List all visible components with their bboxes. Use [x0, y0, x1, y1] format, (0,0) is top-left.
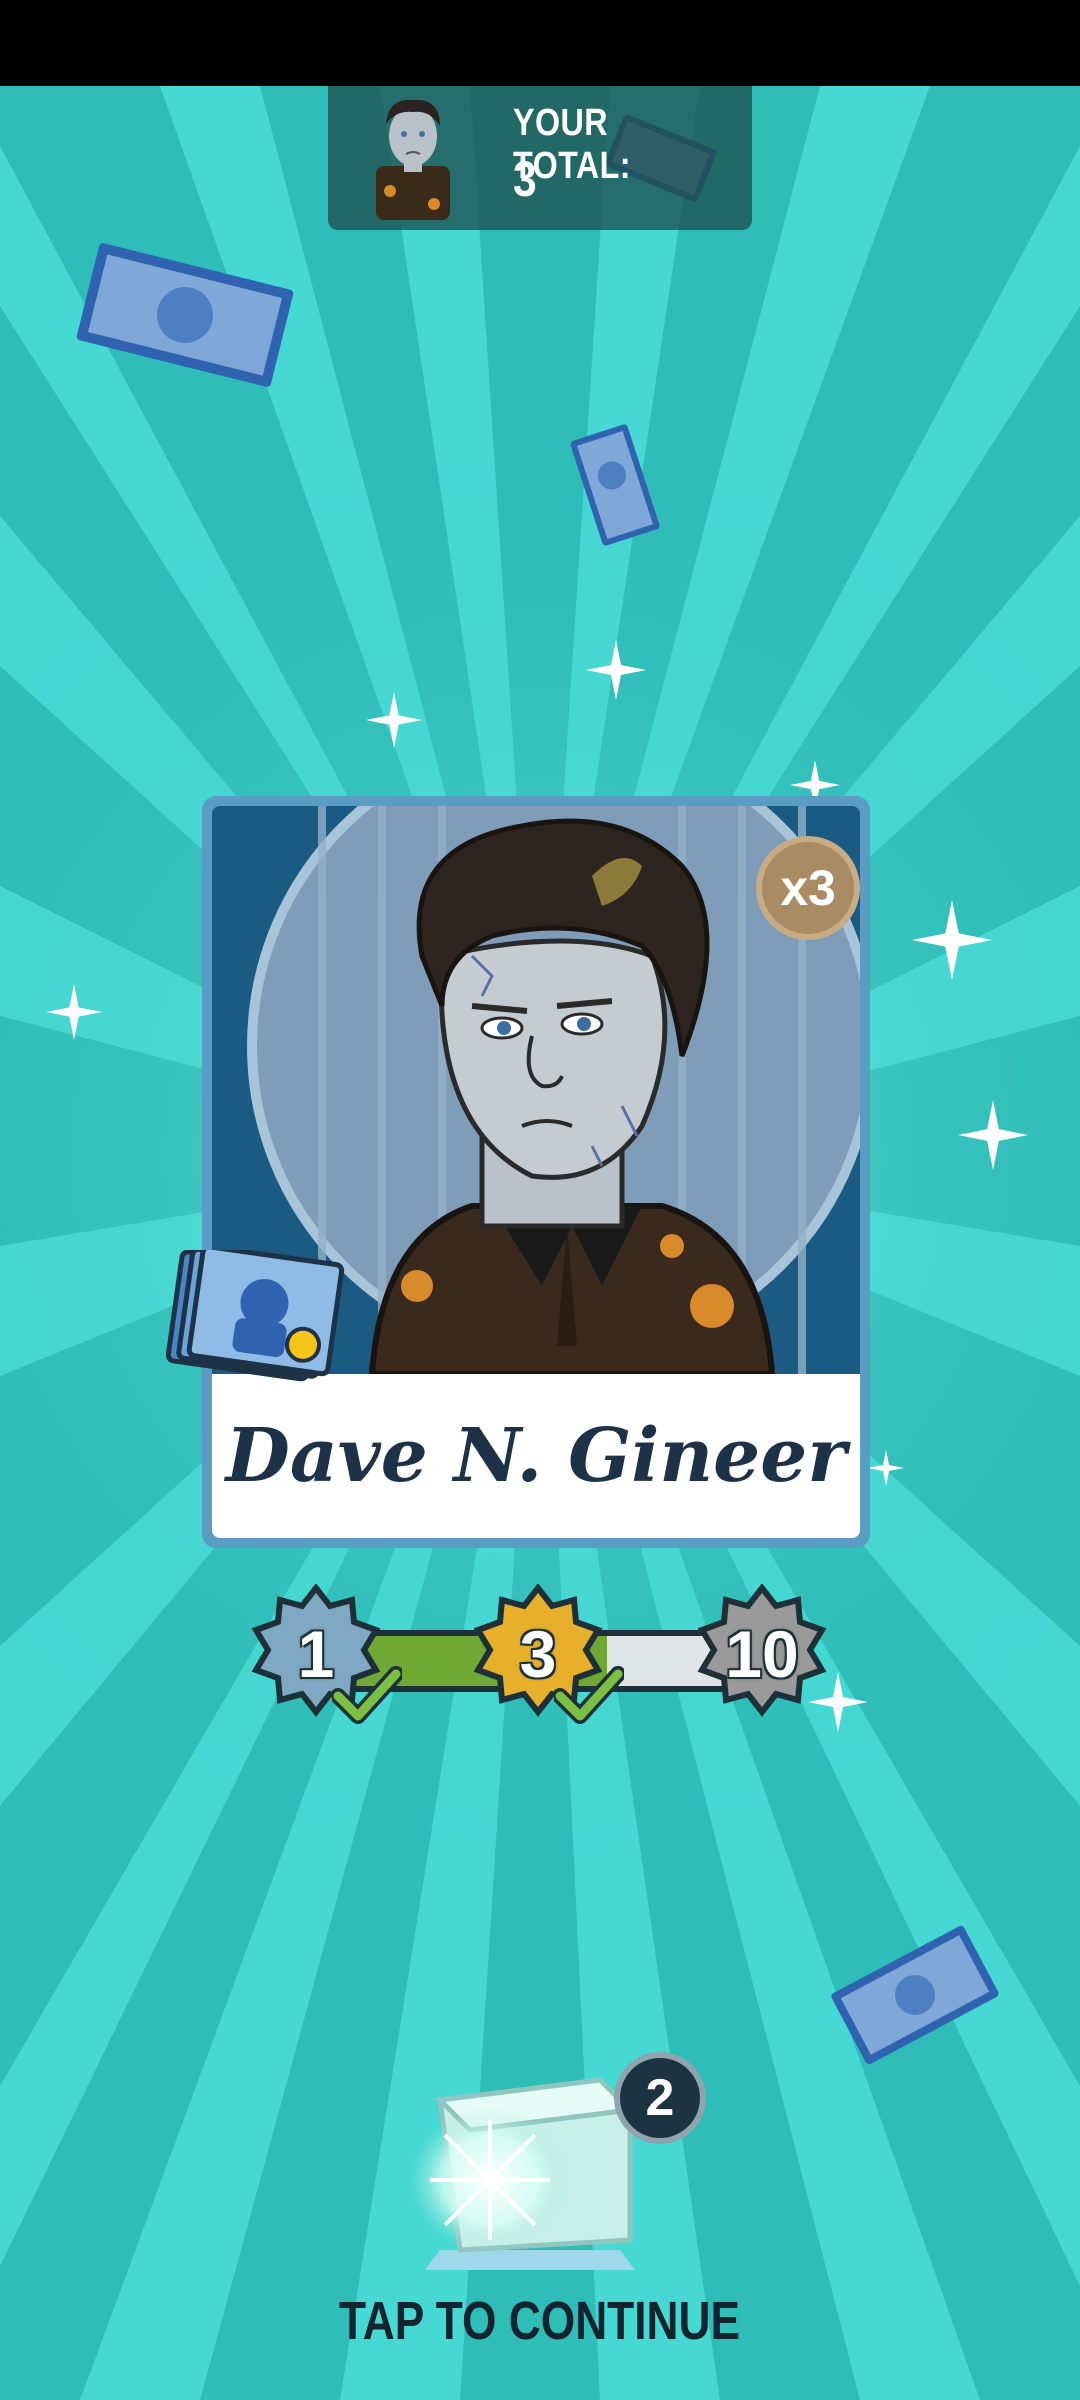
bill-icon: [570, 424, 660, 546]
chest-count-badge: 2: [614, 2052, 706, 2144]
sparkle-icon: [958, 1100, 1028, 1170]
tap-to-continue-label: TAP TO CONTINUE: [339, 2291, 741, 2351]
card-collection-icon: [166, 1250, 345, 1382]
card-name-box: Dave N. Gineer: [212, 1374, 860, 1538]
total-panel: YOUR TOTAL: 3: [328, 86, 752, 230]
collection-progress: 1 3 10: [244, 1578, 844, 1728]
level-text-10: 10: [725, 1617, 799, 1691]
total-label: YOUR TOTAL:: [513, 102, 631, 187]
status-bar: [0, 0, 1080, 86]
total-value: 3: [513, 151, 537, 207]
sparkle-icon: [366, 692, 422, 748]
character-avatar-icon: [376, 99, 450, 220]
tap-to-continue[interactable]: TAP TO CONTINUE: [0, 2290, 1080, 2352]
sparkle-icon: [868, 1450, 904, 1486]
card-name: Dave N. Gineer: [225, 1413, 847, 1499]
multiplier-badge: x3: [756, 836, 860, 940]
character-card: x3 Dave N. Gineer: [202, 796, 870, 1548]
sparkle-icon: [586, 640, 646, 700]
level-badge-10: 10: [692, 1583, 832, 1724]
bill-icon: [831, 1925, 999, 2065]
checkmark-icon: [554, 1666, 624, 1724]
checkmark-icon: [332, 1666, 402, 1724]
sparkle-icon: [912, 900, 992, 980]
sparkle-icon: [46, 984, 102, 1040]
bill-icon: [76, 243, 294, 387]
